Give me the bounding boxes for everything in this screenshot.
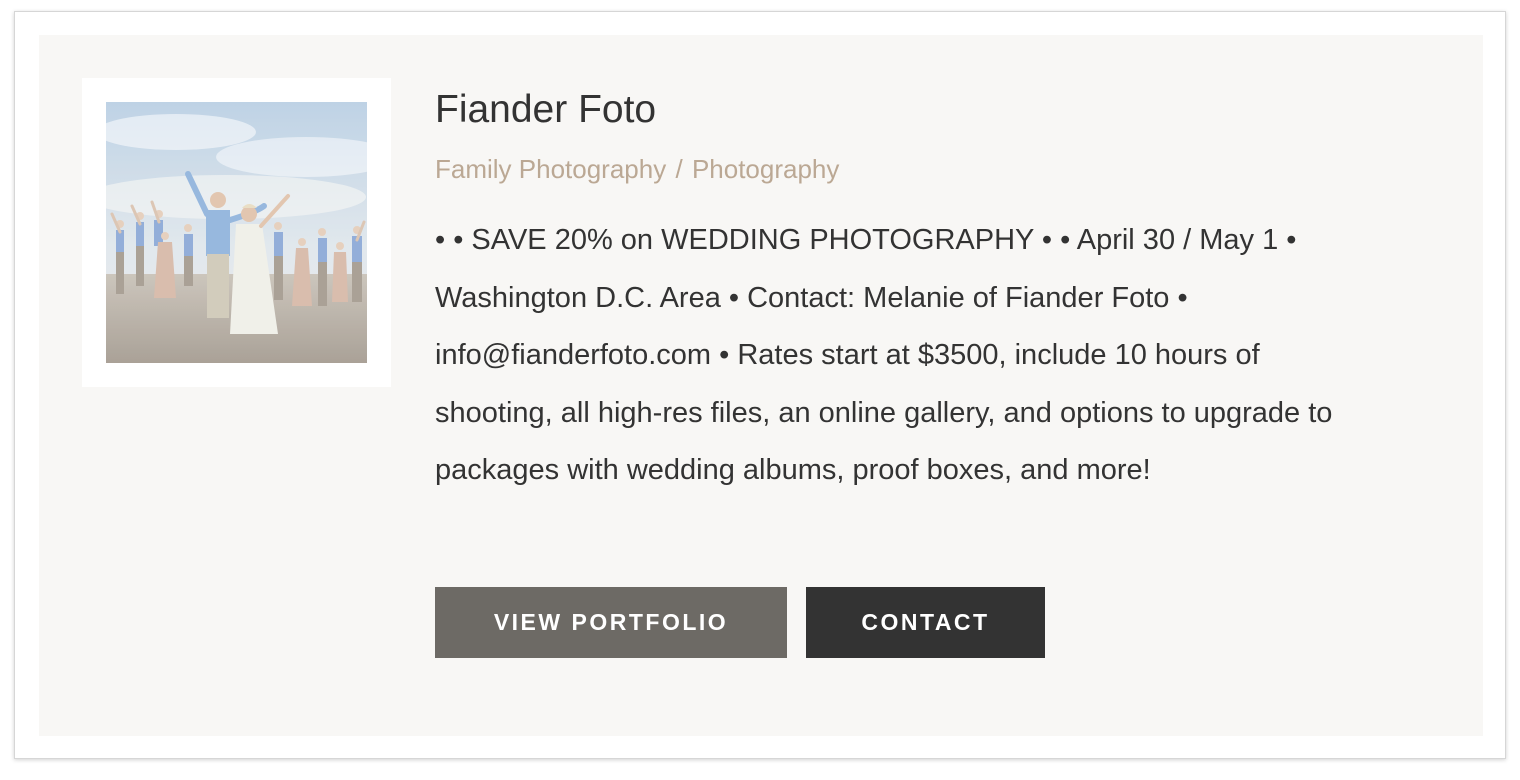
category-separator: / — [675, 154, 683, 184]
view-portfolio-button[interactable]: VIEW PORTFOLIO — [435, 587, 787, 658]
contact-button[interactable]: CONTACT — [806, 587, 1045, 658]
vendor-photo[interactable] — [106, 102, 367, 363]
category-primary[interactable]: Family Photography — [435, 154, 666, 184]
vendor-title[interactable]: Fiander Foto — [435, 86, 656, 134]
vendor-description: • • SAVE 20% on WEDDING PHOTOGRAPHY • • … — [435, 224, 1333, 487]
category-secondary[interactable]: Photography — [692, 154, 839, 184]
vendor-categories: Family Photography / Photography — [435, 153, 839, 185]
